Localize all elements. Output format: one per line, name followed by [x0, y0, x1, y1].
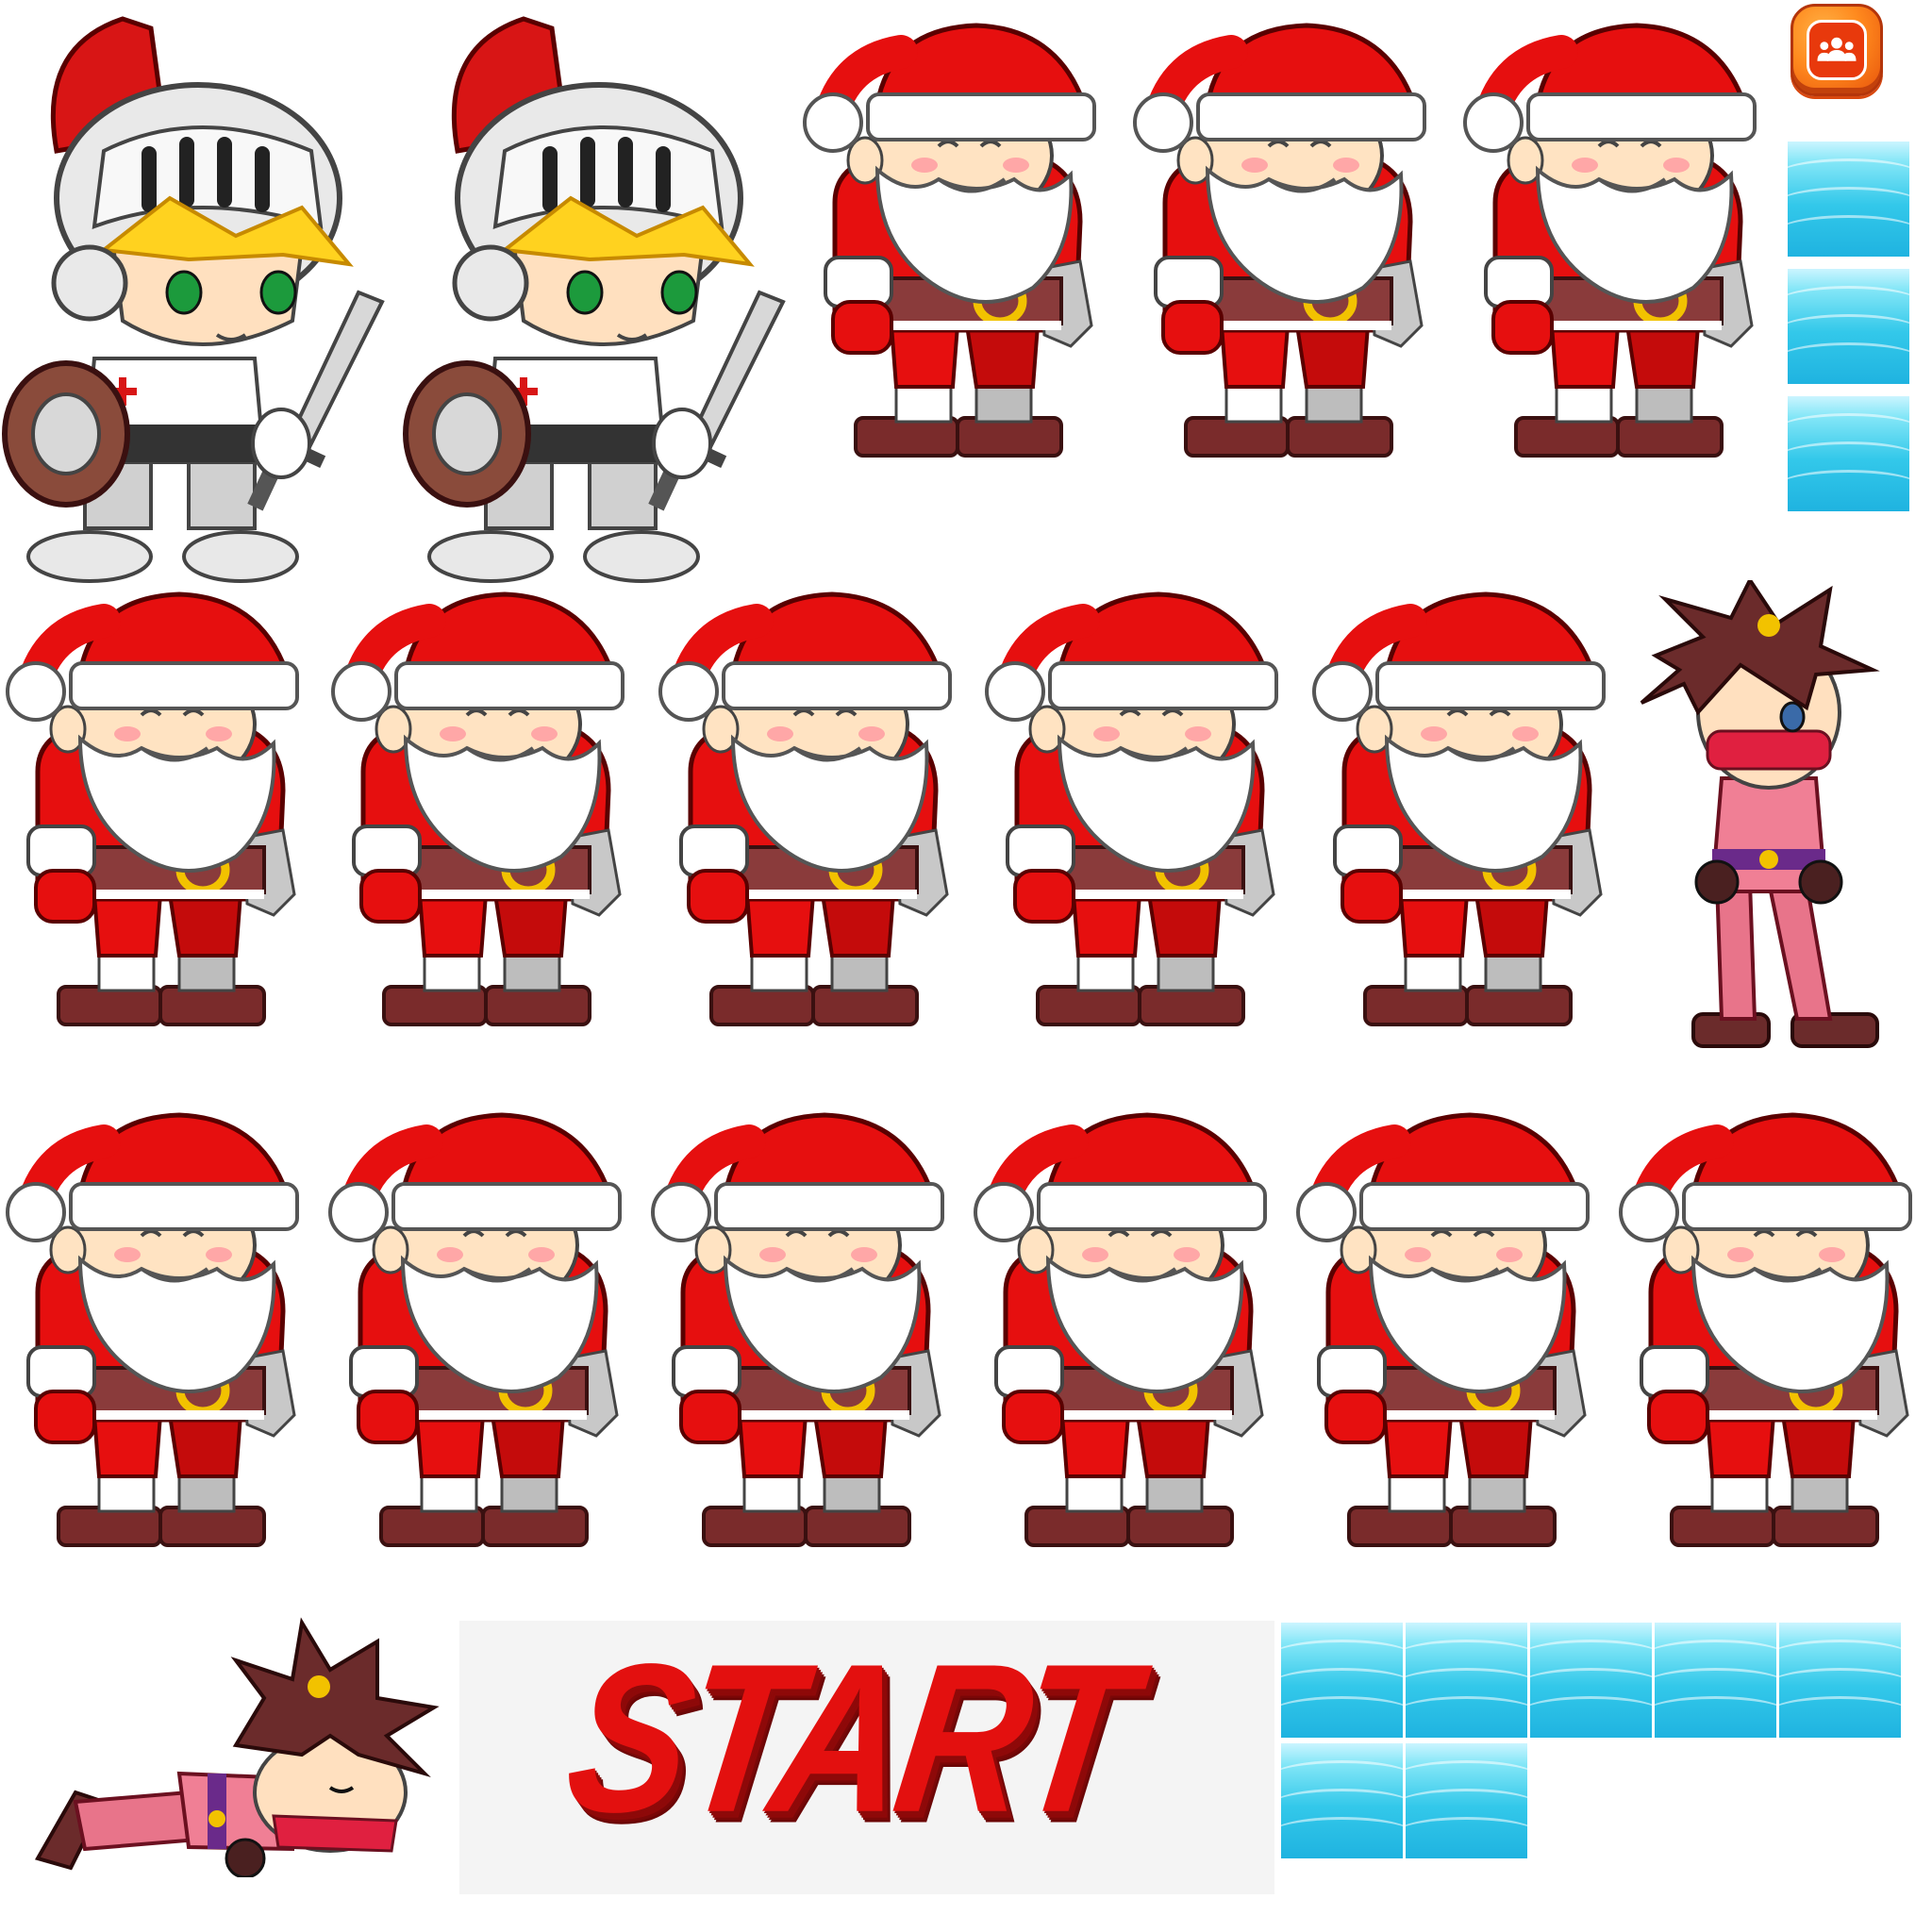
santa-sprite	[1457, 14, 1769, 462]
water-tile	[1281, 1743, 1403, 1858]
water-tile	[1406, 1743, 1527, 1858]
santa-sprite	[645, 1104, 957, 1552]
santa-sprite	[323, 1104, 634, 1552]
start-button[interactable]: START	[459, 1621, 1274, 1894]
knight-sprite	[0, 9, 396, 585]
santa-sprite	[1127, 14, 1439, 462]
water-tile	[1788, 142, 1909, 257]
water-tile	[1281, 1623, 1403, 1738]
santa-sprite	[0, 1104, 311, 1552]
water-tile	[1788, 269, 1909, 384]
water-tile	[1788, 396, 1909, 511]
santa-sprite	[325, 583, 637, 1031]
santa-sprite	[653, 583, 964, 1031]
santa-sprite	[1613, 1104, 1924, 1552]
ninja-standing-sprite	[1627, 580, 1910, 1052]
knight-sprite-graphic	[0, 9, 396, 585]
santa-sprite	[797, 14, 1108, 462]
group-icon	[1816, 36, 1857, 64]
knight-sprite-graphic	[401, 9, 797, 585]
sprite-sheet: START	[0, 0, 1932, 1932]
santa-sprite	[968, 1104, 1279, 1552]
santa-sprite	[1291, 1104, 1602, 1552]
social-button[interactable]	[1790, 4, 1883, 96]
santa-sprite	[1307, 583, 1618, 1031]
ninja-lying-sprite	[19, 1604, 453, 1877]
water-tile	[1779, 1623, 1901, 1738]
santa-sprite	[0, 583, 311, 1031]
santa-sprite	[979, 583, 1291, 1031]
knight-sprite	[401, 9, 797, 585]
water-tile	[1530, 1623, 1652, 1738]
social-button-face	[1807, 20, 1867, 80]
water-tile	[1406, 1623, 1527, 1738]
start-button-label: START	[555, 1620, 1141, 1857]
water-tile	[1655, 1623, 1776, 1738]
